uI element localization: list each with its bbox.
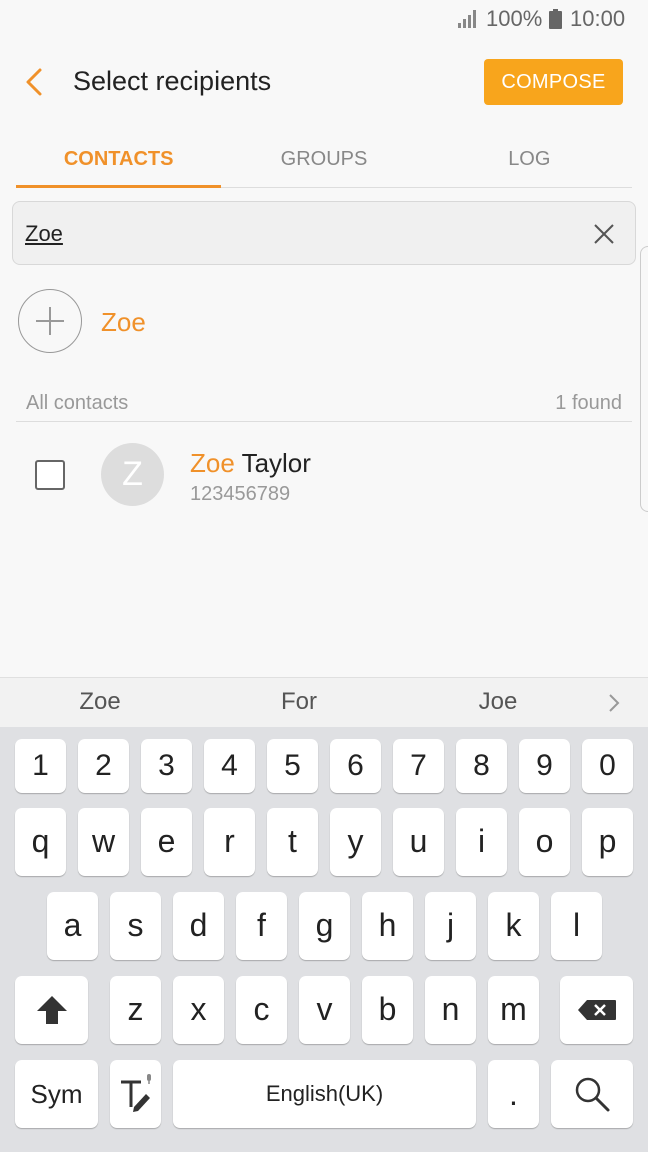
key-j[interactable]: j bbox=[425, 892, 476, 960]
key-y[interactable]: y bbox=[330, 808, 381, 876]
key-b[interactable]: b bbox=[362, 976, 413, 1044]
contact-row[interactable]: Z Zoe Taylor 123456789 bbox=[16, 432, 632, 518]
tab-log[interactable]: LOG bbox=[427, 130, 632, 187]
search-input[interactable] bbox=[25, 216, 565, 252]
tab-bar: CONTACTS GROUPS LOG bbox=[16, 130, 632, 188]
period-key[interactable]: . bbox=[488, 1060, 539, 1128]
key-p[interactable]: p bbox=[582, 808, 633, 876]
key-0[interactable]: 0 bbox=[582, 739, 633, 793]
key-5[interactable]: 5 bbox=[267, 739, 318, 793]
text-format-icon bbox=[120, 1074, 151, 1112]
section-header: All contacts 1 found bbox=[16, 388, 632, 422]
search-box bbox=[12, 201, 636, 265]
page-title: Select recipients bbox=[73, 66, 272, 96]
key-t[interactable]: t bbox=[267, 808, 318, 876]
key-o[interactable]: o bbox=[519, 808, 570, 876]
key-s[interactable]: s bbox=[110, 892, 161, 960]
backspace-icon bbox=[577, 1000, 616, 1020]
key-9[interactable]: 9 bbox=[519, 739, 570, 793]
key-u[interactable]: u bbox=[393, 808, 444, 876]
key-f[interactable]: f bbox=[236, 892, 287, 960]
key-c[interactable]: c bbox=[236, 976, 287, 1044]
key-4[interactable]: 4 bbox=[204, 739, 255, 793]
close-icon[interactable] bbox=[591, 221, 617, 247]
add-icon bbox=[18, 289, 82, 353]
add-recipient-row[interactable]: Zoe bbox=[18, 289, 618, 355]
search-icon bbox=[575, 1077, 610, 1112]
key-a[interactable]: a bbox=[47, 892, 98, 960]
key-2[interactable]: 2 bbox=[78, 739, 129, 793]
key-h[interactable]: h bbox=[362, 892, 413, 960]
back-arrow-icon[interactable] bbox=[22, 64, 48, 100]
scrollbar[interactable] bbox=[640, 246, 648, 512]
suggestion-bar: Zoe For Joe bbox=[0, 677, 648, 727]
backspace-key[interactable] bbox=[560, 976, 633, 1044]
add-recipient-label: Zoe bbox=[101, 307, 146, 337]
result-count: 1 found bbox=[555, 392, 622, 414]
suggestion-2[interactable]: For bbox=[199, 688, 399, 716]
key-8[interactable]: 8 bbox=[456, 739, 507, 793]
key-1[interactable]: 1 bbox=[15, 739, 66, 793]
section-label: All contacts bbox=[26, 392, 129, 414]
key-g[interactable]: g bbox=[299, 892, 350, 960]
contact-name: Zoe Taylor bbox=[190, 448, 311, 479]
search-key[interactable] bbox=[551, 1060, 633, 1128]
key-v[interactable]: v bbox=[299, 976, 350, 1044]
key-d[interactable]: d bbox=[173, 892, 224, 960]
tab-contacts[interactable]: CONTACTS bbox=[16, 130, 222, 188]
key-z[interactable]: z bbox=[110, 976, 161, 1044]
key-l[interactable]: l bbox=[551, 892, 602, 960]
key-7[interactable]: 7 bbox=[393, 739, 444, 793]
contact-name-rest: Taylor bbox=[234, 448, 311, 478]
key-3[interactable]: 3 bbox=[141, 739, 192, 793]
key-n[interactable]: n bbox=[425, 976, 476, 1044]
contact-number: 123456789 bbox=[190, 483, 291, 505]
suggestion-3[interactable]: Joe bbox=[398, 688, 598, 716]
suggestion-1[interactable]: Zoe bbox=[0, 688, 200, 716]
clock: 10:00 bbox=[570, 6, 626, 31]
key-e[interactable]: e bbox=[141, 808, 192, 876]
key-r[interactable]: r bbox=[204, 808, 255, 876]
key-x[interactable]: x bbox=[173, 976, 224, 1044]
shift-arrow-icon bbox=[36, 996, 67, 1024]
avatar: Z bbox=[101, 443, 164, 506]
battery-icon bbox=[549, 9, 562, 29]
keyboard: 1 2 3 4 5 6 7 8 9 0 q w e r t y u i o p … bbox=[0, 727, 648, 1152]
chevron-right-icon[interactable] bbox=[606, 692, 622, 714]
battery-percent: 100% bbox=[486, 6, 543, 31]
tab-groups[interactable]: GROUPS bbox=[221, 130, 426, 187]
sym-key[interactable]: Sym bbox=[15, 1060, 98, 1128]
key-k[interactable]: k bbox=[488, 892, 539, 960]
signal-icon bbox=[458, 10, 476, 28]
text-tools-key[interactable] bbox=[110, 1060, 161, 1128]
key-q[interactable]: q bbox=[15, 808, 66, 876]
compose-button[interactable]: COMPOSE bbox=[484, 59, 623, 105]
space-key[interactable]: English(UK) bbox=[173, 1060, 476, 1128]
contact-name-match: Zoe bbox=[190, 448, 235, 478]
key-6[interactable]: 6 bbox=[330, 739, 381, 793]
shift-key[interactable] bbox=[15, 976, 88, 1044]
key-m[interactable]: m bbox=[488, 976, 539, 1044]
key-w[interactable]: w bbox=[78, 808, 129, 876]
key-i[interactable]: i bbox=[456, 808, 507, 876]
status-bar: 100% 10:00 bbox=[0, 0, 648, 40]
contact-checkbox[interactable] bbox=[35, 460, 65, 490]
